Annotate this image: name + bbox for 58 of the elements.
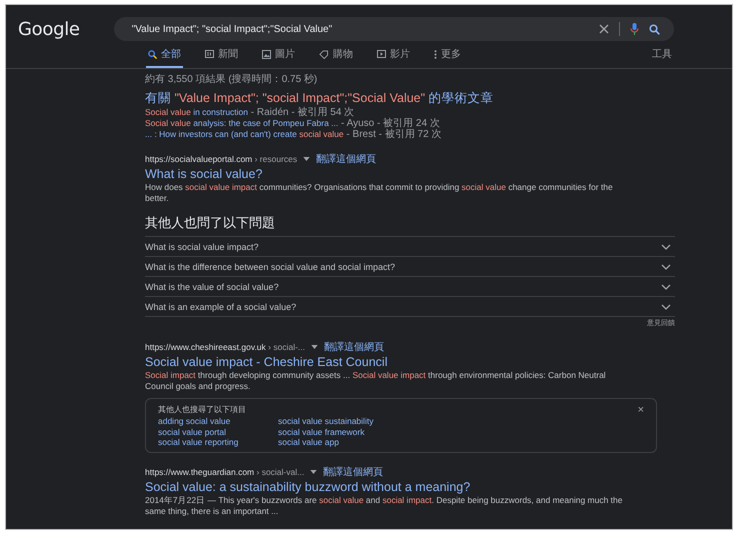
chevron-icon	[661, 244, 671, 250]
tab[interactable]: 更多	[432, 47, 463, 68]
google-logo[interactable]: Google	[18, 18, 80, 40]
related-search-link[interactable]: adding social value	[158, 416, 230, 426]
newspaper-icon	[205, 50, 214, 58]
related-search-link[interactable]: social value app	[278, 437, 339, 448]
chevron-icon	[661, 264, 671, 270]
related-search-link[interactable]: social value portal	[158, 426, 226, 437]
caret-icon[interactable]	[310, 470, 318, 474]
search-field[interactable]: "Value Impact"; "social Impact";"Social Value"	[114, 17, 674, 41]
result-url[interactable]: https://www.theguardian.com › social-val...	[145, 466, 304, 476]
tab[interactable]: 影片	[375, 47, 412, 68]
more-icon	[434, 50, 437, 58]
related-search-link[interactable]: social value framework	[278, 426, 364, 437]
caret-icon[interactable]	[303, 157, 310, 161]
tab[interactable]: 圖片	[260, 47, 297, 68]
article-link[interactable]: Social value in construction	[145, 107, 248, 117]
question-row[interactable]: What is the value of social value?	[145, 277, 675, 297]
related-search-link[interactable]: social value reporting	[158, 437, 238, 448]
result-url[interactable]: https://www.cheshireeast.gov.uk › social-...	[145, 342, 305, 352]
question-row[interactable]: What is the difference between social value and social impact?	[145, 257, 675, 277]
citation-text: - Ayuso - 被引用 24 次	[340, 119, 440, 129]
result-snippet: Social impact through developing community assets ... Social value impact through environmental policies: Carbon Neutral Council goals and progress.	[145, 370, 607, 392]
question-row[interactable]: What is an example of a social value?	[145, 297, 675, 317]
tab[interactable]: 購物	[317, 47, 355, 68]
section-heading: 其他人也問了以下問題	[145, 214, 675, 237]
related-search-link[interactable]: social value sustainability	[278, 416, 374, 426]
caret-icon[interactable]	[311, 345, 318, 349]
result-title[interactable]: Social value: a sustainability buzzword without a meaning?	[145, 480, 635, 494]
question-row[interactable]: What is social value impact?	[145, 237, 675, 257]
tag-icon	[319, 50, 329, 58]
article-link[interactable]: ... : How investors can (and can't) create social value	[145, 129, 344, 139]
citation-text: - Brest - 被引用 72 次	[345, 130, 442, 140]
article-link[interactable]: Social value analysis: the case of Pompeu Fabra ...	[145, 118, 338, 128]
citation-text: - Raidén - 被引用 54 次	[250, 108, 354, 118]
result-snippet: How does social value impact communities? Organisations that commit to providing social value change communities for the better.	[145, 182, 614, 204]
result-title[interactable]: What is social value?	[145, 167, 635, 181]
result-stats: 約有 3,550 項結果 (搜尋時間：0.75 秒)	[145, 72, 318, 86]
tab[interactable]: 全部	[146, 47, 183, 68]
translate-link[interactable]: 翻譯這個網頁	[324, 340, 384, 354]
translate-link[interactable]: 翻譯這個網頁	[316, 152, 376, 166]
video-icon	[377, 50, 386, 58]
card-heading: 其他人也搜尋了以下項目	[158, 404, 246, 415]
tab[interactable]: 新聞	[203, 47, 240, 68]
chevron-icon	[661, 284, 671, 290]
close-icon[interactable]	[598, 24, 609, 34]
close-button[interactable]: ×	[638, 404, 644, 414]
tools-tab[interactable]: 工具	[652, 47, 672, 68]
image-icon	[262, 50, 271, 58]
search-icon	[148, 50, 157, 58]
chevron-icon	[661, 304, 671, 310]
result-title[interactable]: Social value impact - Cheshire East Council	[145, 355, 635, 369]
result-url[interactable]: https://socialvalueportal.com › resources	[145, 154, 298, 164]
scholar-heading-link[interactable]: 有關 "Value Impact"; "social Impact";"Social Value" 的學術文章	[145, 90, 635, 107]
result-snippet: 2014年7月22日 — This year's buzzwords are social value and social impact. Despite being buzzwords, and meaning much the same thing, there is an important ...	[145, 494, 624, 516]
microphone-icon[interactable]	[630, 23, 639, 35]
translate-link[interactable]: 翻譯這個網頁	[323, 464, 384, 478]
search-icon[interactable]	[648, 24, 660, 34]
